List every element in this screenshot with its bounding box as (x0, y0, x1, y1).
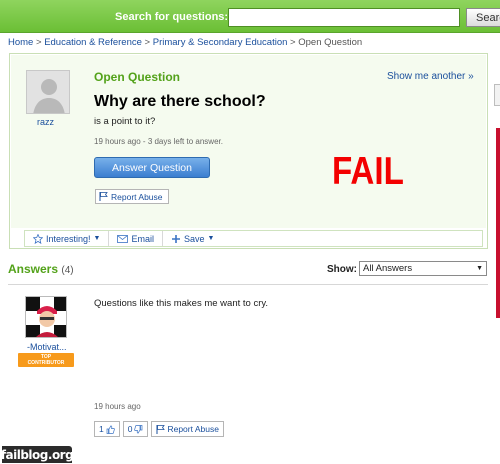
breadcrumb-separator: > (290, 37, 296, 48)
interesting-button[interactable]: Interesting! ▼ (25, 231, 110, 246)
answers-count: (4) (61, 265, 74, 276)
show-filter-label: Show: (327, 264, 357, 275)
answers-heading: Answers (4) (8, 262, 74, 276)
answerer-name[interactable]: -Motivat... (27, 342, 67, 352)
chevron-down-icon: ▼ (207, 235, 215, 242)
thumbs-up-count: 1 (99, 424, 104, 434)
question-title: Why are there school? (94, 93, 266, 110)
flag-icon (156, 424, 166, 434)
answer-report-abuse-label: Report Abuse (167, 424, 219, 434)
breadcrumb-separator: > (144, 37, 151, 48)
side-banner-edge (496, 128, 500, 318)
question-time: 19 hours ago - 3 days left to answer. (94, 137, 223, 146)
thumbs-down-button[interactable]: 0 (122, 421, 149, 437)
save-label: Save (183, 233, 205, 244)
report-abuse-label: Report Abuse (111, 191, 163, 202)
search-button[interactable]: Search (466, 8, 500, 27)
default-user-icon (27, 71, 69, 113)
answers-filter-select[interactable]: All Answers ▼ (359, 261, 487, 276)
envelope-icon (117, 234, 129, 243)
thumbs-up-button[interactable]: 1 (94, 421, 120, 437)
answers-title: Answers (8, 262, 59, 276)
answer-report-abuse-button[interactable]: Report Abuse (151, 421, 224, 437)
side-panel-button[interactable] (494, 84, 500, 106)
interesting-label: Interesting! (46, 233, 91, 244)
save-button[interactable]: Save ▼ (163, 231, 222, 246)
breadcrumb: Home > Education & Reference > Primary &… (8, 37, 362, 48)
top-search-bar: Search for questions: Search (0, 0, 500, 33)
breadcrumb-current: Open Question (298, 37, 363, 48)
thumbs-down-count: 0 (127, 424, 133, 434)
asker-avatar[interactable] (26, 70, 70, 114)
answerer-avatar[interactable] (25, 296, 67, 338)
question-panel: razz Open Question Show me another » Why… (11, 55, 486, 228)
avatar-image (26, 297, 66, 337)
report-abuse-button[interactable]: Report Abuse (95, 189, 169, 204)
question-box: razz Open Question Show me another » Why… (9, 53, 488, 249)
breadcrumb-primary-secondary[interactable]: Primary & Secondary Education (153, 37, 288, 48)
answers-filter-value: All Answers (363, 263, 413, 274)
fail-overlay-text: FAIL (332, 150, 404, 193)
breadcrumb-education-reference[interactable]: Education & Reference (44, 37, 142, 48)
star-icon (33, 233, 43, 244)
chevron-down-icon: ▼ (93, 235, 101, 242)
answer-question-button[interactable]: Answer Question (94, 157, 210, 178)
thumbs-up-icon (106, 424, 115, 434)
question-detail: is a point to it? (94, 116, 156, 127)
question-status: Open Question (94, 70, 181, 84)
question-action-bar: Interesting! ▼ Email Save ▼ (24, 230, 483, 247)
chevron-down-icon: ▼ (476, 265, 483, 272)
flag-icon (99, 192, 108, 201)
thumbs-down-icon (134, 424, 143, 434)
answer-text: Questions like this makes me want to cry… (94, 298, 269, 309)
show-another-link[interactable]: Show me another » (387, 71, 474, 82)
failblog-watermark: failblog.org (0, 446, 74, 463)
asker-name[interactable]: razz (37, 117, 54, 127)
email-button[interactable]: Email (109, 231, 163, 246)
breadcrumb-home[interactable]: Home (8, 37, 33, 48)
plus-icon (171, 234, 180, 243)
answer-vote-bar: 1 0 Report Abuse (94, 421, 224, 437)
top-contributor-badge: TOP CONTRIBUTOR (18, 353, 74, 367)
breadcrumb-separator: > (35, 37, 42, 48)
email-label: Email (131, 233, 154, 244)
search-label: Search for questions: (115, 11, 229, 23)
search-input[interactable] (228, 8, 460, 27)
answers-divider (8, 284, 488, 285)
answer-time: 19 hours ago (94, 402, 141, 411)
badge-line-2: CONTRIBUTOR (27, 360, 65, 366)
